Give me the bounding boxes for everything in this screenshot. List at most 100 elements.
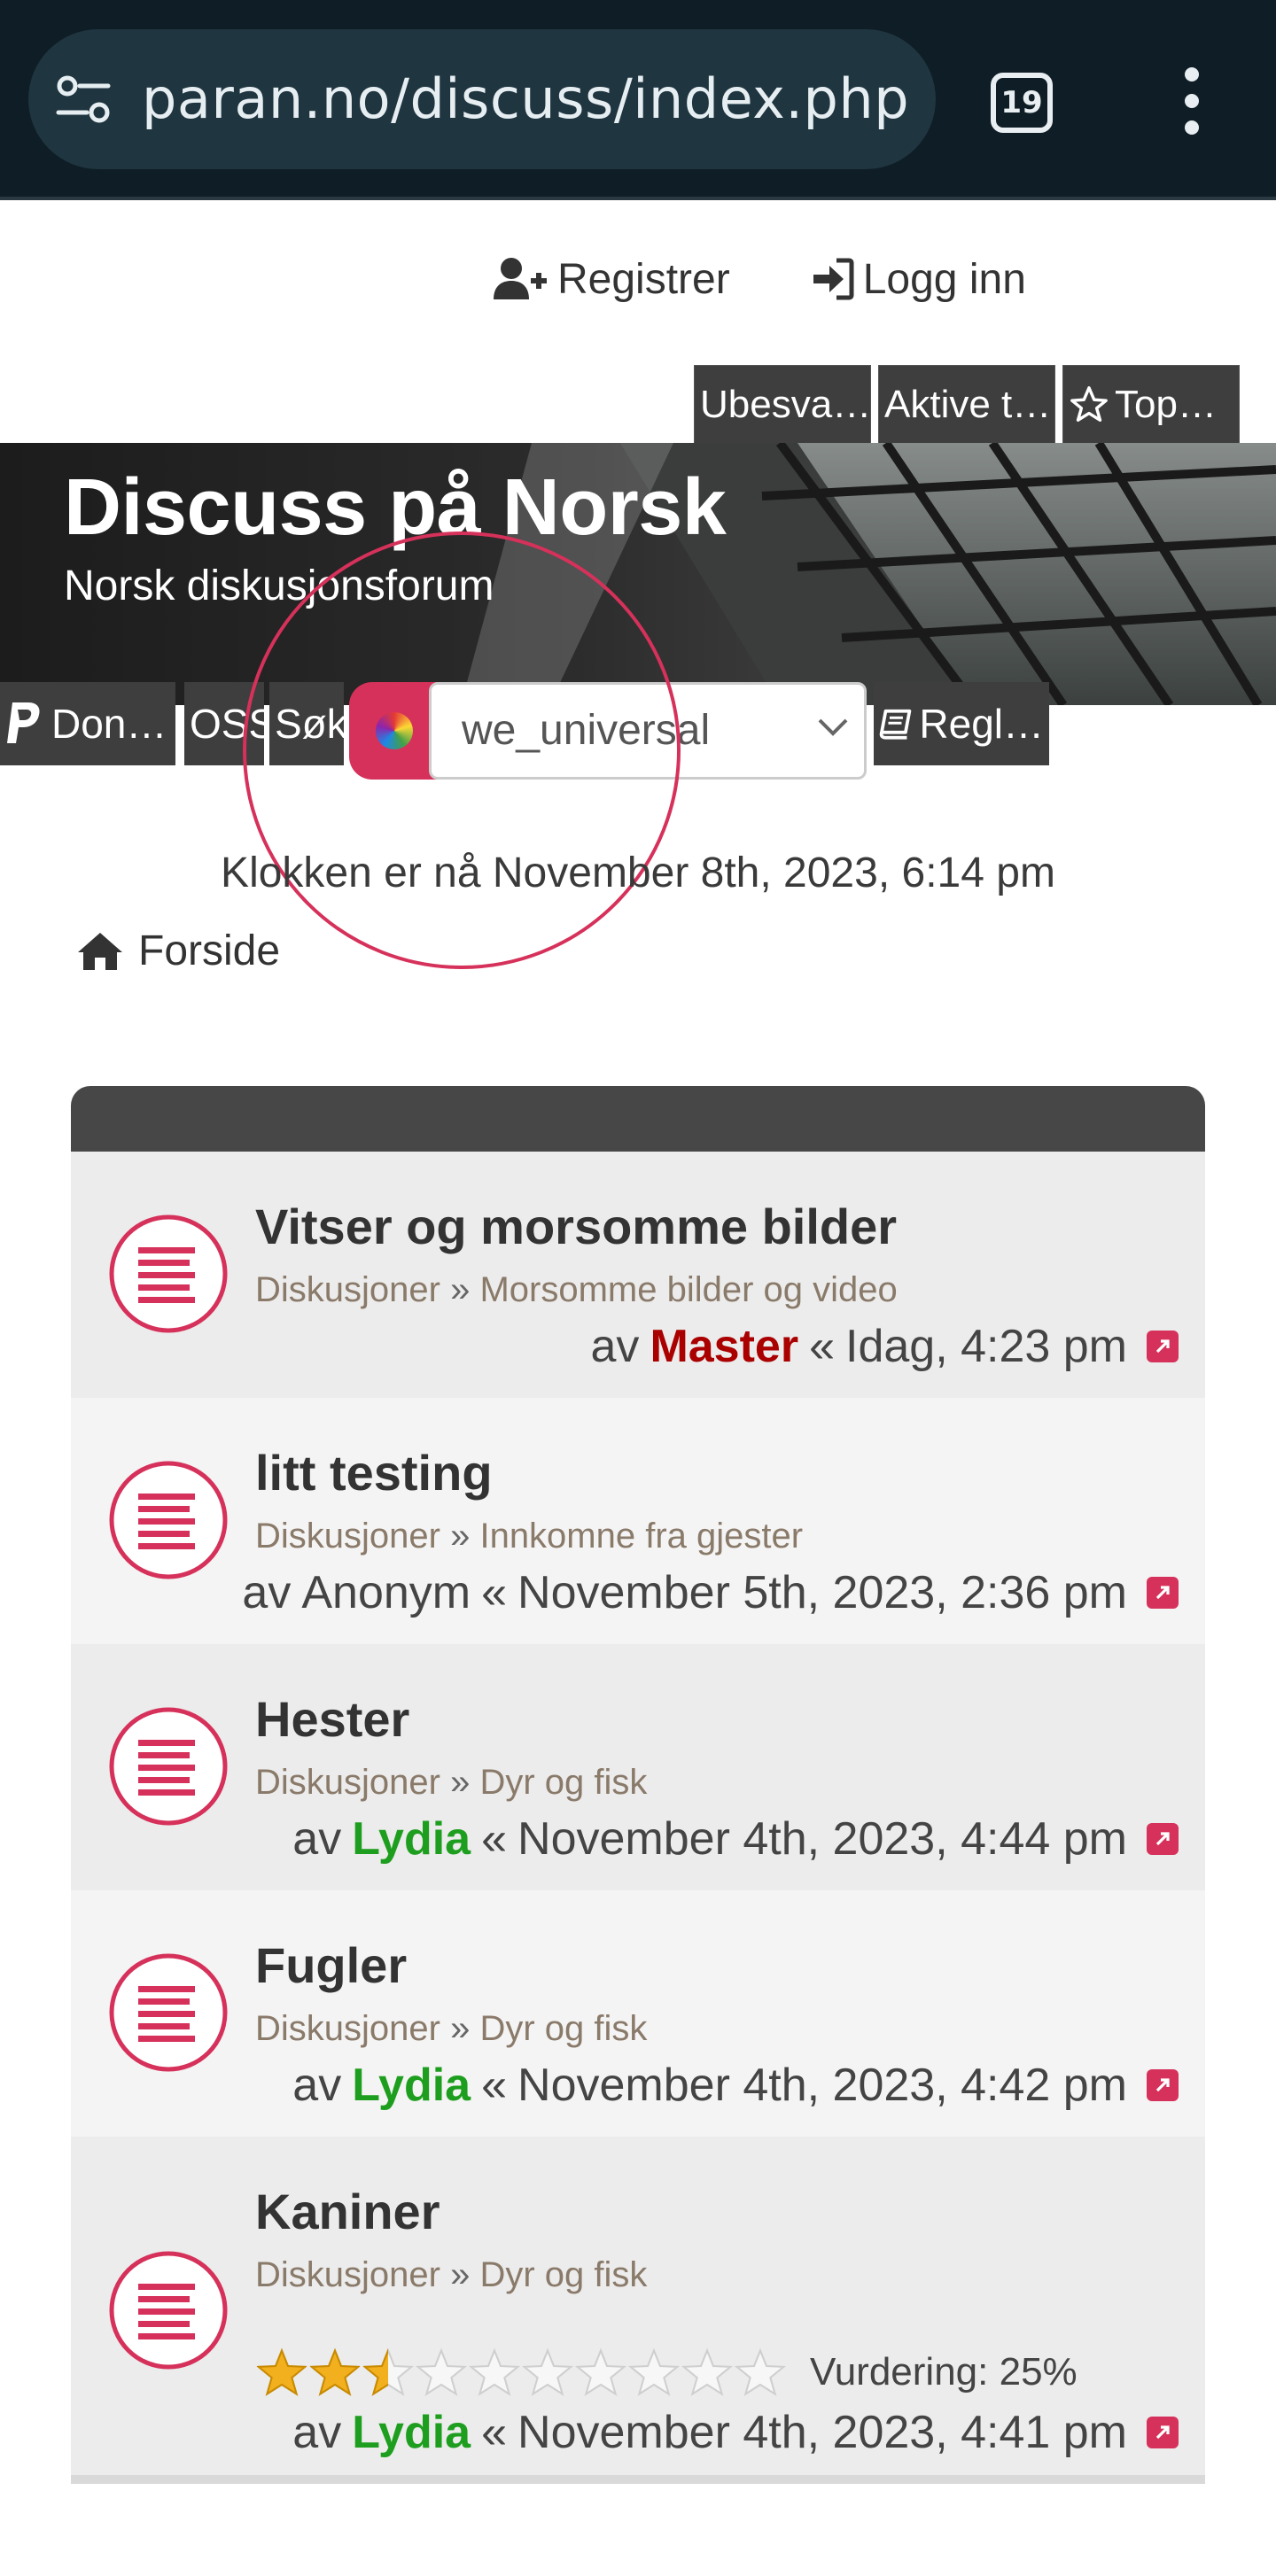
user-links: Registrer Logg inn xyxy=(492,248,1026,310)
topic-title[interactable]: litt testing xyxy=(255,1444,493,1501)
parent-forum-link[interactable]: Diskusjoner xyxy=(255,2009,440,2048)
author-link[interactable]: Lydia xyxy=(352,1812,471,1866)
external-link-icon[interactable] xyxy=(1147,2417,1179,2448)
book-icon xyxy=(879,709,912,740)
last-post-info: av Lydia « November 4th, 2023, 4:41 pm xyxy=(292,2406,1179,2459)
topic-rating[interactable]: Vurdering: 25% xyxy=(255,2347,1078,2397)
recent-topics-panel: Vitser og morsomme bilder Diskusjoner » … xyxy=(71,1086,1205,2484)
last-post-info: av Master « Idag, 4:23 pm xyxy=(591,1320,1179,1373)
parent-forum-link[interactable]: Diskusjoner xyxy=(255,1270,440,1309)
forum-link[interactable]: Dyr og fisk xyxy=(479,2255,647,2294)
path-separator: » xyxy=(450,2009,480,2048)
rating-star-icon[interactable] xyxy=(681,2347,734,2397)
top-label: Top… xyxy=(1115,383,1217,426)
unanswered-topics-button[interactable]: Ubesva… xyxy=(694,365,871,445)
register-label: Registrer xyxy=(557,255,730,303)
address-bar[interactable]: paran.no/discuss/index.php xyxy=(28,29,936,169)
forum-link[interactable]: Morsomme bilder og video xyxy=(479,1270,897,1309)
date-separator: « xyxy=(809,1321,835,1372)
rating-star-icon[interactable] xyxy=(627,2347,681,2397)
topic-read-icon xyxy=(109,1214,228,1333)
donate-button[interactable]: Don… xyxy=(0,682,175,765)
rating-star-icon[interactable] xyxy=(415,2347,468,2397)
breadcrumb-home-label: Forside xyxy=(138,927,281,974)
rating-star-icon[interactable] xyxy=(308,2347,362,2397)
style-select[interactable]: we_universal xyxy=(429,682,867,780)
rules-label: Regl… xyxy=(919,701,1044,747)
topic-title[interactable]: Vitser og morsomme bilder xyxy=(255,1198,897,1255)
external-link-icon[interactable] xyxy=(1147,1577,1179,1609)
active-topics-button[interactable]: Aktive t… xyxy=(878,365,1055,445)
path-separator: » xyxy=(450,1763,480,1802)
register-link[interactable]: Registrer xyxy=(492,255,730,304)
external-link-icon[interactable] xyxy=(1147,1331,1179,1362)
topic-row[interactable]: Vitser og morsomme bilder Diskusjoner » … xyxy=(71,1152,1205,1398)
login-link[interactable]: Logg inn xyxy=(810,255,1026,304)
browser-toolbar: paran.no/discuss/index.php 19 xyxy=(0,0,1276,200)
topic-forum-path: Diskusjoner » Dyr og fisk xyxy=(255,1763,647,1803)
palette-icon xyxy=(349,682,438,780)
path-separator: » xyxy=(450,1517,480,1556)
url-text[interactable]: paran.no/discuss/index.php xyxy=(142,29,909,169)
author-link[interactable]: Master xyxy=(650,1320,798,1373)
external-link-icon[interactable] xyxy=(1147,2069,1179,2101)
browser-menu-icon[interactable] xyxy=(1174,67,1210,138)
rating-star-icon[interactable] xyxy=(362,2347,415,2397)
login-label: Logg inn xyxy=(862,255,1026,303)
topic-title[interactable]: Kaniner xyxy=(255,2183,440,2240)
rating-stars[interactable] xyxy=(255,2347,787,2397)
last-post-info: av Lydia « November 4th, 2023, 4:42 pm xyxy=(292,2059,1179,2112)
parent-forum-link[interactable]: Diskusjoner xyxy=(255,2255,440,2294)
last-post-info: av Lydia « November 4th, 2023, 4:44 pm xyxy=(292,1812,1179,1866)
rating-star-icon[interactable] xyxy=(468,2347,521,2397)
rating-star-icon[interactable] xyxy=(734,2347,787,2397)
topic-read-icon xyxy=(109,1707,228,1826)
current-time: Klokken er nå November 8th, 2023, 6:14 p… xyxy=(221,850,1055,896)
rating-star-icon[interactable] xyxy=(521,2347,574,2397)
site-settings-icon[interactable] xyxy=(55,74,112,125)
chevron-down-icon xyxy=(818,718,848,736)
by-label: av xyxy=(590,1321,640,1372)
topic-title[interactable]: Fugler xyxy=(255,1936,407,1994)
date-separator: « xyxy=(481,2407,508,2458)
topic-read-icon xyxy=(109,1461,228,1579)
topic-row[interactable]: litt testing Diskusjoner » Innkomne fra … xyxy=(71,1398,1205,1644)
rating-star-icon[interactable] xyxy=(574,2347,627,2397)
topic-forum-path: Diskusjoner » Dyr og fisk xyxy=(255,2009,647,2049)
oss-button[interactable]: OSS xyxy=(184,682,264,765)
search-button[interactable]: Søk xyxy=(269,682,344,765)
by-label: av xyxy=(292,1813,342,1865)
topic-row[interactable]: Hester Diskusjoner » Dyr og fisk av Lydi… xyxy=(71,1644,1205,1890)
parent-forum-link[interactable]: Diskusjoner xyxy=(255,1517,440,1556)
external-link-icon[interactable] xyxy=(1147,1823,1179,1855)
breadcrumb[interactable]: Forside xyxy=(76,927,280,975)
post-date: November 4th, 2023, 4:42 pm xyxy=(517,2060,1127,2111)
author-link[interactable]: Lydia xyxy=(352,2059,471,2112)
date-separator: « xyxy=(481,2060,508,2111)
author-name: Anonym xyxy=(301,1567,471,1618)
author-link[interactable]: Lydia xyxy=(352,2406,471,2459)
path-separator: » xyxy=(450,1270,480,1309)
top-button[interactable]: Top… xyxy=(1062,365,1240,445)
user-plus-icon xyxy=(494,258,547,299)
by-label: av xyxy=(292,2407,342,2458)
topic-row[interactable]: Fugler Diskusjoner » Dyr og fisk av Lydi… xyxy=(71,1890,1205,2137)
date-separator: « xyxy=(481,1813,508,1865)
post-date: November 5th, 2023, 2:36 pm xyxy=(517,1567,1127,1618)
by-label: av xyxy=(242,1567,292,1618)
forum-link[interactable]: Dyr og fisk xyxy=(479,2009,647,2048)
site-description: Norsk diskusjonsforum xyxy=(64,563,494,609)
parent-forum-link[interactable]: Diskusjoner xyxy=(255,1763,440,1802)
site-title[interactable]: Discuss på Norsk xyxy=(64,462,727,554)
topic-title[interactable]: Hester xyxy=(255,1690,409,1748)
forum-link[interactable]: Dyr og fisk xyxy=(479,1763,647,1802)
tab-switcher-button[interactable]: 19 xyxy=(991,73,1053,133)
forum-link[interactable]: Innkomne fra gjester xyxy=(479,1517,803,1556)
style-switcher[interactable]: we_universal xyxy=(349,682,867,780)
rating-star-icon[interactable] xyxy=(255,2347,308,2397)
topic-row[interactable]: Kaniner Diskusjoner » Dyr og fisk Vurder… xyxy=(71,2137,1205,2484)
rules-button[interactable]: Regl… xyxy=(874,682,1049,765)
date-separator: « xyxy=(481,1567,508,1618)
path-separator: » xyxy=(450,2255,480,2294)
post-date: November 4th, 2023, 4:44 pm xyxy=(517,1813,1127,1865)
